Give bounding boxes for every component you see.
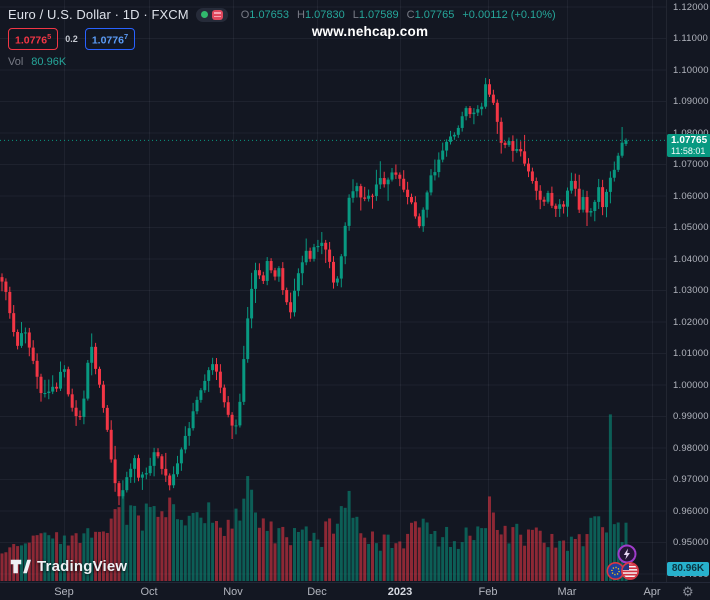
price-tick-label: 1.05000 bbox=[673, 222, 709, 233]
price-tick-label: 1.06000 bbox=[673, 190, 709, 202]
time-tick-label: Nov bbox=[223, 586, 243, 598]
volume-indicator-label[interactable]: Vol bbox=[8, 56, 23, 68]
gear-icon[interactable]: ⚙ bbox=[682, 584, 694, 600]
price-tick-label: 1.04000 bbox=[673, 253, 709, 265]
ask-main: 1.0776 bbox=[91, 34, 124, 47]
high-value: 1.07830 bbox=[304, 8, 345, 21]
time-tick-label: Feb bbox=[478, 586, 498, 598]
price-chart-canvas[interactable] bbox=[0, 0, 666, 582]
time-tick-label: Sep bbox=[54, 586, 74, 598]
time-tick-label: Apr bbox=[643, 586, 661, 598]
close-label: C bbox=[406, 8, 415, 21]
tradingview-logo[interactable]: TradingView bbox=[10, 558, 127, 575]
time-tick-label: Oct bbox=[140, 586, 158, 598]
eu-us-flags-icon[interactable] bbox=[604, 561, 641, 586]
time-tick-label: 2023 bbox=[387, 586, 413, 598]
symbol-title[interactable]: Euro / U.S. Dollar · 1D · FXCM bbox=[8, 7, 189, 22]
price-tick-label: 0.96000 bbox=[673, 505, 709, 517]
bid-main: 1.0776 bbox=[15, 34, 48, 47]
open-value: 1.07653 bbox=[249, 8, 290, 21]
price-tick-label: 0.98000 bbox=[673, 442, 709, 454]
open-label: O bbox=[240, 8, 250, 21]
price-tick-label: 0.99000 bbox=[673, 411, 709, 422]
last-price-value: 1.07765 bbox=[671, 135, 708, 146]
tradingview-logo-icon bbox=[10, 559, 31, 574]
market-open-dot-icon bbox=[200, 11, 208, 18]
price-tick-label: 1.07000 bbox=[673, 159, 709, 170]
tradingview-logo-text: TradingView bbox=[37, 558, 128, 575]
price-tick-label: 1.09000 bbox=[673, 96, 709, 107]
price-tick-label: 1.10000 bbox=[673, 64, 709, 76]
ohlc-values: O1.07653 H1.07830 L1.07589 C1.07765 +0.0… bbox=[241, 9, 556, 21]
high-label: H bbox=[297, 8, 305, 21]
price-tick-label: 1.02000 bbox=[673, 316, 709, 328]
price-tick-label: 1.03000 bbox=[673, 285, 709, 296]
bid-button[interactable]: 1.07765 bbox=[8, 28, 59, 50]
close-value: 1.07765 bbox=[414, 8, 455, 21]
price-tick-label: 1.12000 bbox=[673, 1, 709, 13]
time-tick-label: Mar bbox=[557, 586, 577, 598]
price-tick-label: 0.95000 bbox=[673, 537, 709, 548]
red-bars-icon bbox=[211, 9, 223, 20]
ask-sup: 7 bbox=[123, 32, 129, 42]
ask-button[interactable]: 1.07767 bbox=[84, 28, 136, 50]
price-tick-label: 1.11000 bbox=[673, 33, 709, 44]
legend: Euro / U.S. Dollar · 1D · FXCM O1.07653 … bbox=[8, 6, 556, 68]
change-value: +0.00112 (+0.10%) bbox=[462, 8, 556, 21]
price-axis[interactable]: 1.07765 11:58:01 80.96K 1.12000 1.11000 1.… bbox=[666, 0, 710, 582]
price-tick-label: 1.01000 bbox=[673, 348, 709, 359]
chart-pane[interactable] bbox=[0, 0, 666, 582]
source-toggle-pill[interactable] bbox=[195, 7, 228, 22]
volume-indicator-value: 80.96K bbox=[31, 56, 67, 68]
time-tick-label: Dec bbox=[307, 586, 327, 598]
price-tick-label: 1.00000 bbox=[673, 379, 709, 391]
price-tick-label: 0.97000 bbox=[673, 474, 709, 485]
low-value: 1.07589 bbox=[358, 8, 399, 21]
bid-sup: 5 bbox=[47, 32, 52, 42]
volume-axis-badge: 80.96K bbox=[667, 562, 709, 576]
countdown-timer: 11:58:01 bbox=[671, 146, 706, 156]
last-price-badge: 1.07765 11:58:01 bbox=[667, 134, 710, 157]
tradingview-chart-window: Euro / U.S. Dollar · 1D · FXCM O1.07653 … bbox=[0, 0, 710, 600]
spread-value: 0.2 bbox=[65, 34, 78, 44]
